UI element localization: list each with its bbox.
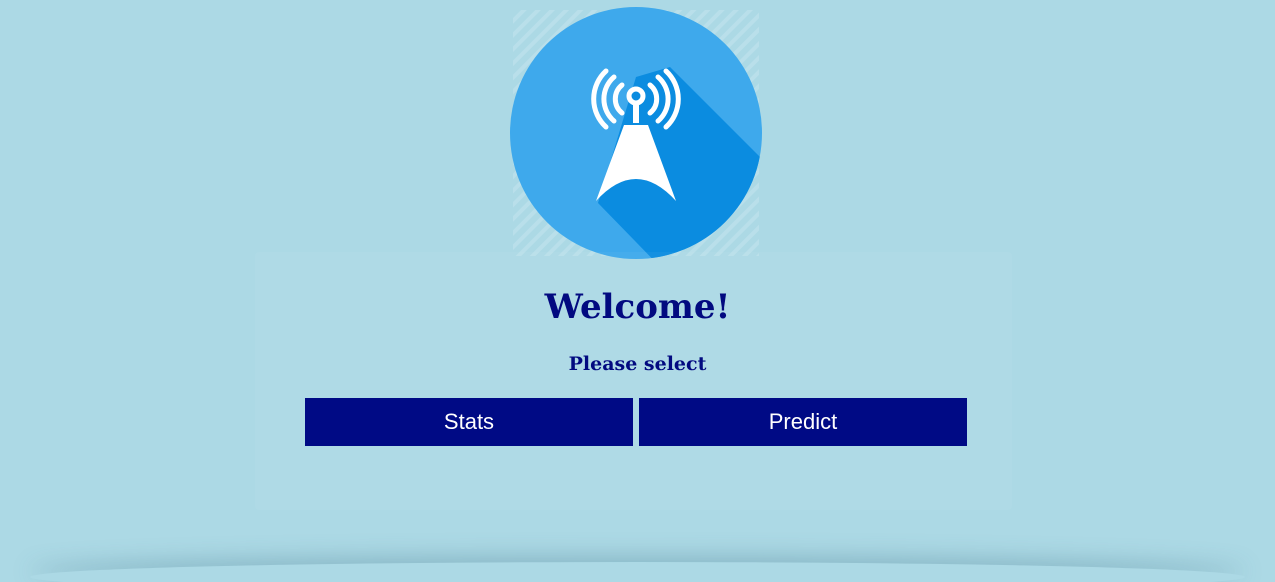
radio-tower-icon [510,7,762,259]
page-title: Welcome! [544,287,731,327]
page-subtitle: Please select [568,353,707,375]
stats-button[interactable]: Stats [305,398,633,446]
predict-button[interactable]: Predict [639,398,967,446]
page: Welcome! Please select Stats Predict [0,0,1275,582]
bottom-shadow [30,562,1245,582]
